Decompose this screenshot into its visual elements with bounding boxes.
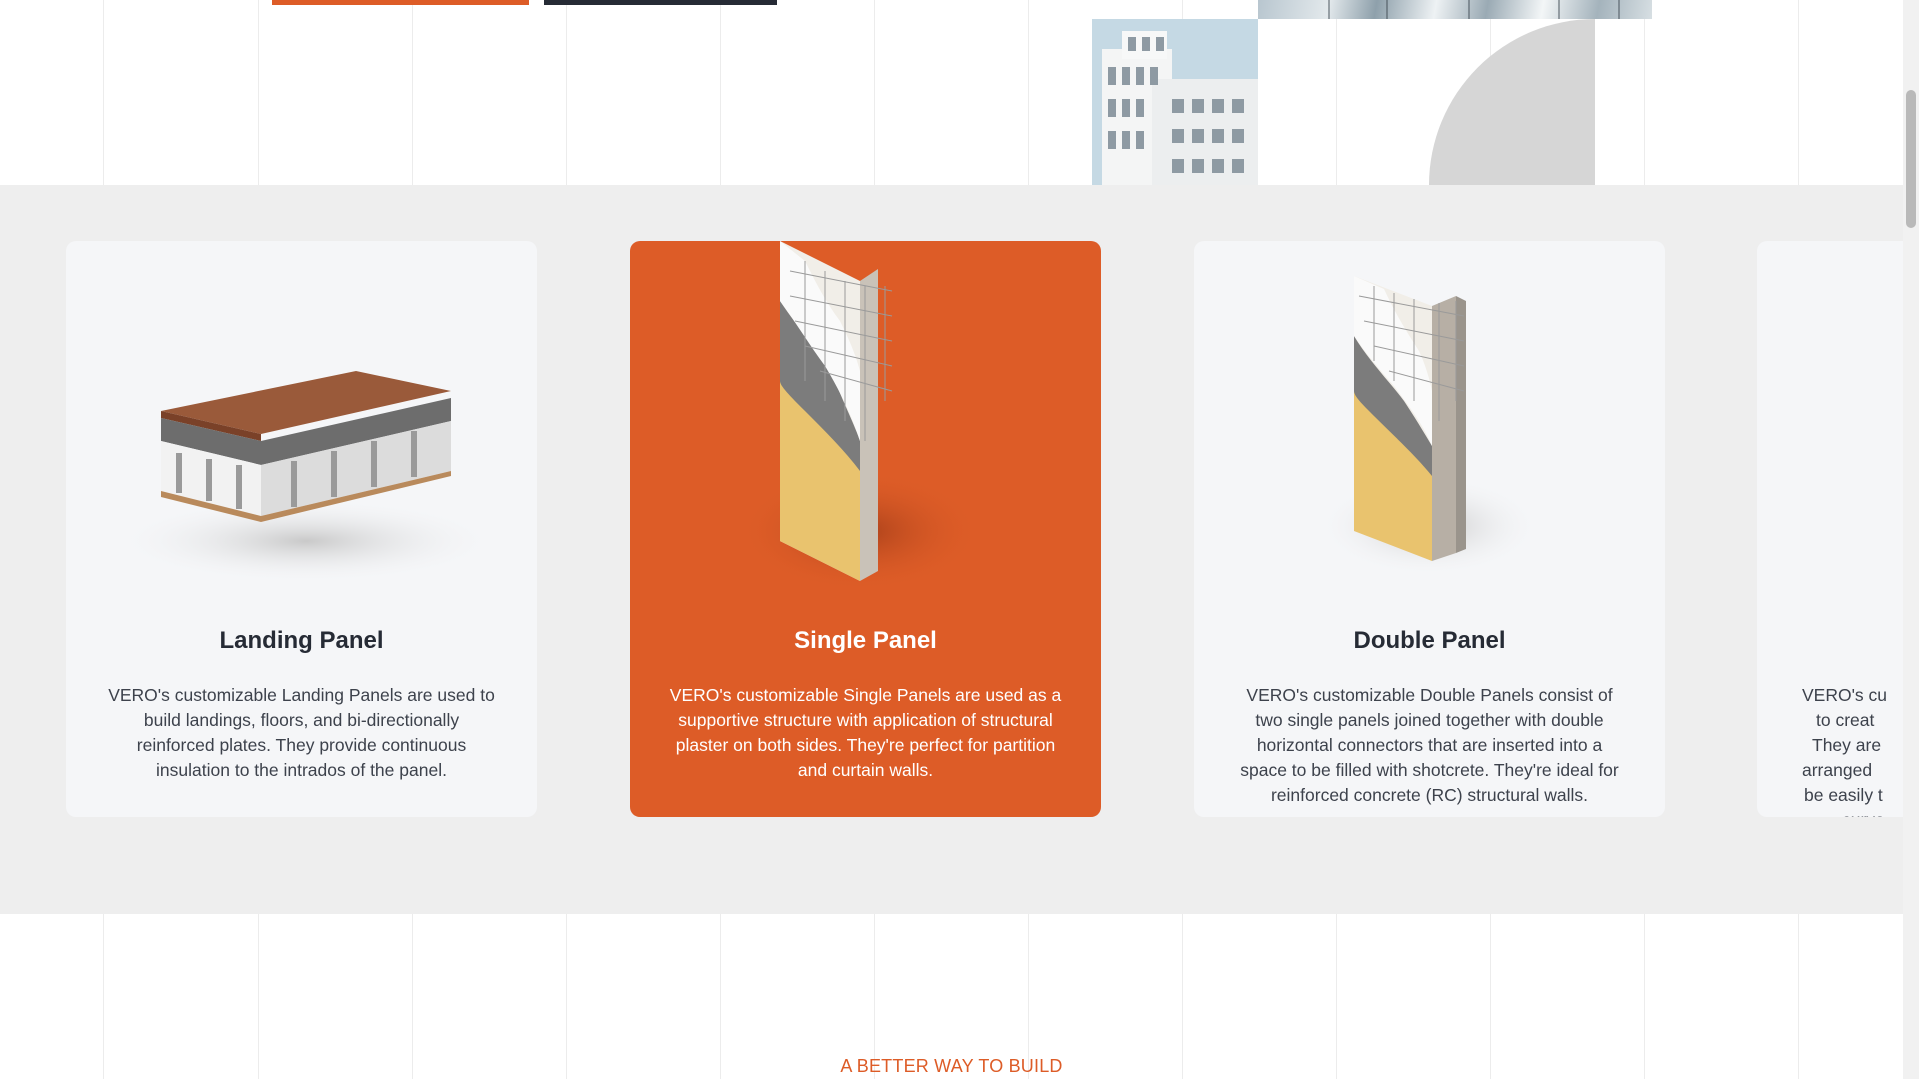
double-panel-illustration-icon: [1194, 241, 1665, 586]
panel-card-landing[interactable]: Landing Panel VERO's customizable Landin…: [66, 241, 537, 817]
panel-card-double[interactable]: Double Panel VERO's customizable Double …: [1194, 241, 1665, 817]
panel-description: VERO's customizable Double Panels consis…: [1240, 685, 1619, 805]
hero-building-photo: [1092, 19, 1258, 185]
panel-card-partial[interactable]: VERO's cu to creat They are arranged be …: [1757, 241, 1903, 817]
page-viewport: Landing Panel VERO's customizable Landin…: [0, 0, 1903, 1079]
panel-title: Double Panel: [1353, 627, 1506, 654]
panel-description-partial: VERO's cu to creat They are arranged be …: [1802, 685, 1888, 817]
section-eyebrow-label: A BETTER WAY TO BUILD: [840, 1056, 1063, 1076]
single-panel-illustration-icon: [630, 241, 1101, 591]
panel-card-single[interactable]: Single Panel VERO's customizable Single …: [630, 241, 1101, 817]
hero-building-photo-strip: [1258, 0, 1652, 19]
hero-primary-button[interactable]: [272, 0, 529, 5]
scrollbar-thumb[interactable]: [1906, 90, 1916, 228]
vertical-scrollbar[interactable]: [1903, 0, 1919, 1079]
landing-panel-illustration-icon: [66, 241, 537, 586]
panel-title: Single Panel: [794, 627, 937, 654]
panels-carousel-section: Landing Panel VERO's customizable Landin…: [0, 185, 1903, 914]
panel-description: VERO's customizable Single Panels are us…: [669, 685, 1062, 780]
decorative-quarter-circle: [1429, 19, 1595, 185]
panel-description: VERO's customizable Landing Panels are u…: [108, 685, 495, 780]
panel-title: Landing Panel: [219, 627, 384, 654]
hero-secondary-button[interactable]: [544, 0, 777, 5]
